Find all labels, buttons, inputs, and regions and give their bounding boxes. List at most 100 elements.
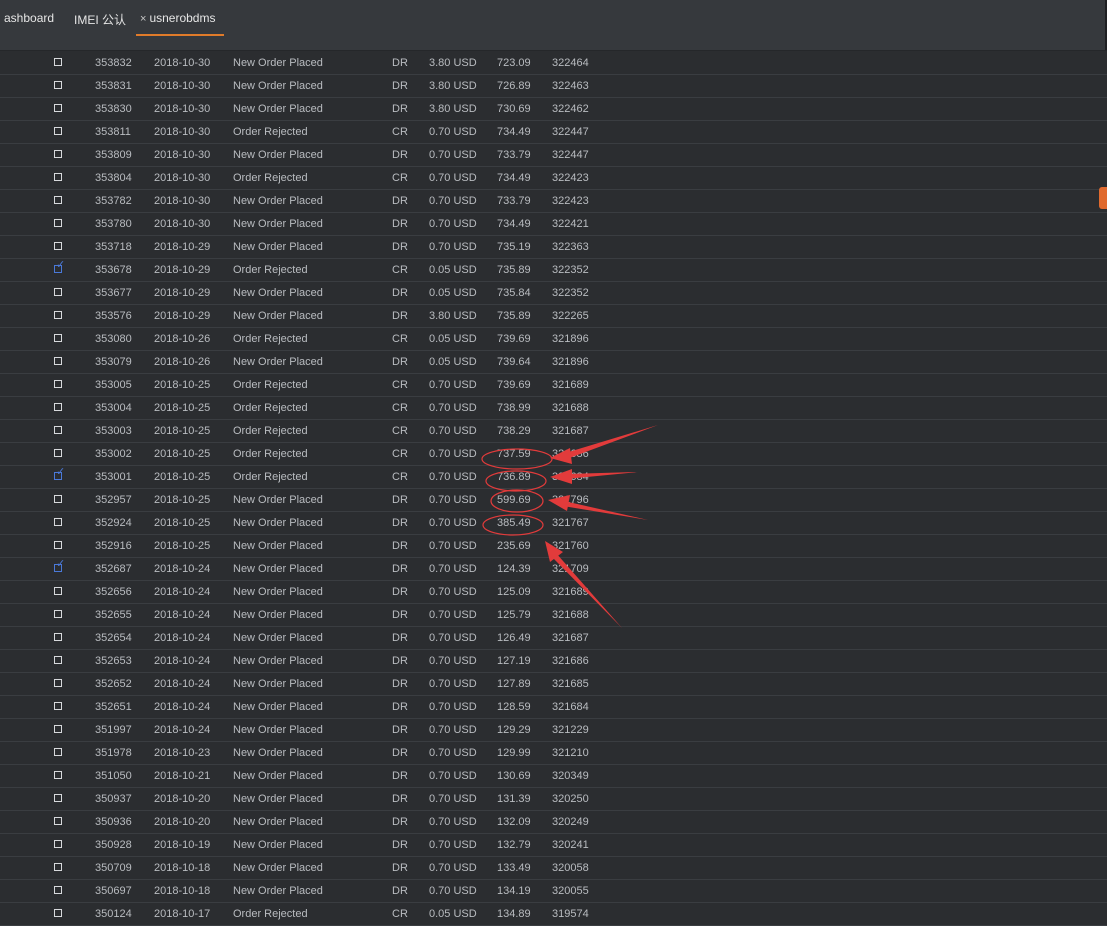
table-row[interactable]: 353804 2018-10-30 Order Rejected CR 0.70 USD…	[0, 167, 1107, 190]
row-checkbox[interactable]	[53, 241, 63, 251]
table-row[interactable]: 352656 2018-10-24 New Order Placed DR 0.70 U…	[0, 581, 1107, 604]
row-checkbox[interactable]	[53, 540, 63, 550]
row-checkbox[interactable]	[53, 149, 63, 159]
table-row[interactable]: 350697 2018-10-18 New Order Placed DR 0.70 U…	[0, 880, 1107, 903]
table-row[interactable]: 353782 2018-10-30 New Order Placed DR 0.70 U…	[0, 190, 1107, 213]
row-checkbox[interactable]	[53, 724, 63, 734]
row-checkbox[interactable]	[53, 793, 63, 803]
row-checkbox[interactable]	[53, 333, 63, 343]
tab-imei[interactable]: IMEI 公认	[74, 11, 126, 28]
table-row[interactable]: 352916 2018-10-25 New Order Placed DR 0.70 U…	[0, 535, 1107, 558]
row-checkbox[interactable]	[53, 379, 63, 389]
row-checkbox[interactable]	[53, 701, 63, 711]
row-checkbox[interactable]	[53, 425, 63, 435]
checkbox-box	[54, 725, 62, 733]
table-row[interactable]: 352924 2018-10-25 New Order Placed DR 0.70 U…	[0, 512, 1107, 535]
cell-description: New Order Placed	[233, 149, 323, 161]
cell-description: New Order Placed	[233, 678, 323, 690]
table-row[interactable]: 350928 2018-10-19 New Order Placed DR 0.70 U…	[0, 834, 1107, 857]
row-checkbox[interactable]	[53, 80, 63, 90]
cell-id: 352687	[95, 563, 132, 575]
table-row[interactable]: 350937 2018-10-20 New Order Placed DR 0.70 U…	[0, 788, 1107, 811]
table-row[interactable]: 353832 2018-10-30 New Order Placed DR 3.80 U…	[0, 52, 1107, 75]
row-checkbox-checked[interactable]: ✓	[53, 467, 65, 481]
table-row[interactable]: 353780 2018-10-30 New Order Placed DR 0.70 U…	[0, 213, 1107, 236]
row-checkbox[interactable]	[53, 356, 63, 366]
row-checkbox[interactable]	[53, 770, 63, 780]
cell-description: Order Rejected	[233, 425, 308, 437]
table-row[interactable]: 351978 2018-10-23 New Order Placed DR 0.70 U…	[0, 742, 1107, 765]
table-row[interactable]: 353831 2018-10-30 New Order Placed DR 3.80 U…	[0, 75, 1107, 98]
checkbox-box	[54, 679, 62, 687]
row-checkbox[interactable]	[53, 218, 63, 228]
table-row[interactable]: 353079 2018-10-26 New Order Placed DR 0.05 U…	[0, 351, 1107, 374]
tab-usnerobdms[interactable]: × usnerobdms	[140, 11, 215, 25]
cell-id: 353005	[95, 379, 132, 391]
side-widget-icon[interactable]	[1099, 187, 1107, 209]
table-row[interactable]: 353576 2018-10-29 New Order Placed DR 3.80 U…	[0, 305, 1107, 328]
cell-date: 2018-10-19	[154, 839, 211, 851]
row-checkbox[interactable]	[53, 655, 63, 665]
checkbox-box	[54, 610, 62, 618]
cell-id: 353804	[95, 172, 132, 184]
cell-balance: 733.79	[497, 195, 531, 207]
cell-id: 353079	[95, 356, 132, 368]
table-row[interactable]: 353677 2018-10-29 New Order Placed DR 0.05 U…	[0, 282, 1107, 305]
table-row[interactable]: 353811 2018-10-30 Order Rejected CR 0.70 USD…	[0, 121, 1107, 144]
row-checkbox[interactable]	[53, 195, 63, 205]
cell-type: CR	[392, 333, 408, 345]
cell-reference: 322363	[552, 241, 589, 253]
table-row[interactable]: 352652 2018-10-24 New Order Placed DR 0.70 U…	[0, 673, 1107, 696]
table-row[interactable]: 352654 2018-10-24 New Order Placed DR 0.70 U…	[0, 627, 1107, 650]
table-row[interactable]: 353080 2018-10-26 Order Rejected CR 0.05 USD…	[0, 328, 1107, 351]
table-row[interactable]: 353830 2018-10-30 New Order Placed DR 3.80 U…	[0, 98, 1107, 121]
close-icon[interactable]: ×	[140, 13, 146, 25]
row-checkbox[interactable]	[53, 172, 63, 182]
row-checkbox[interactable]	[53, 126, 63, 136]
row-checkbox[interactable]	[53, 103, 63, 113]
row-checkbox[interactable]	[53, 310, 63, 320]
row-checkbox[interactable]	[53, 448, 63, 458]
cell-description: New Order Placed	[233, 655, 323, 667]
table-row[interactable]: 352655 2018-10-24 New Order Placed DR 0.70 U…	[0, 604, 1107, 627]
cell-type: CR	[392, 379, 408, 391]
row-checkbox[interactable]	[53, 816, 63, 826]
table-row[interactable]: ✓ 352687 2018-10-24 New Order Placed DR 0.70 …	[0, 558, 1107, 581]
row-checkbox[interactable]	[53, 287, 63, 297]
table-row[interactable]: 350124 2018-10-17 Order Rejected CR 0.05 USD…	[0, 903, 1107, 926]
row-checkbox[interactable]	[53, 678, 63, 688]
row-checkbox[interactable]	[53, 862, 63, 872]
cell-description: New Order Placed	[233, 770, 323, 782]
table-row[interactable]: 353004 2018-10-25 Order Rejected CR 0.70 USD…	[0, 397, 1107, 420]
table-row[interactable]: ✓ 353001 2018-10-25 Order Rejected CR 0.70 US…	[0, 466, 1107, 489]
row-checkbox-checked[interactable]: ✓	[53, 260, 65, 274]
cell-id: 352656	[95, 586, 132, 598]
cell-reference: 322463	[552, 80, 589, 92]
table-row[interactable]: 352651 2018-10-24 New Order Placed DR 0.70 U…	[0, 696, 1107, 719]
table-row[interactable]: ✓ 353678 2018-10-29 Order Rejected CR 0.05 US…	[0, 259, 1107, 282]
table-row[interactable]: 353002 2018-10-25 Order Rejected CR 0.70 USD…	[0, 443, 1107, 466]
row-checkbox[interactable]	[53, 747, 63, 757]
row-checkbox[interactable]	[53, 494, 63, 504]
row-checkbox[interactable]	[53, 908, 63, 918]
row-checkbox[interactable]	[53, 57, 63, 67]
row-checkbox[interactable]	[53, 839, 63, 849]
row-checkbox[interactable]	[53, 632, 63, 642]
row-checkbox-checked[interactable]: ✓	[53, 559, 65, 573]
cell-amount: 0.70 USD	[429, 701, 477, 713]
tab-dashboard[interactable]: ashboard	[4, 11, 54, 25]
table-row[interactable]: 353718 2018-10-29 New Order Placed DR 0.70 U…	[0, 236, 1107, 259]
row-checkbox[interactable]	[53, 517, 63, 527]
table-row[interactable]: 353003 2018-10-25 Order Rejected CR 0.70 USD…	[0, 420, 1107, 443]
row-checkbox[interactable]	[53, 402, 63, 412]
table-row[interactable]: 352653 2018-10-24 New Order Placed DR 0.70 U…	[0, 650, 1107, 673]
table-row[interactable]: 351050 2018-10-21 New Order Placed DR 0.70 U…	[0, 765, 1107, 788]
table-row[interactable]: 350709 2018-10-18 New Order Placed DR 0.70 U…	[0, 857, 1107, 880]
table-row[interactable]: 353809 2018-10-30 New Order Placed DR 0.70 U…	[0, 144, 1107, 167]
row-checkbox[interactable]	[53, 586, 63, 596]
row-checkbox[interactable]	[53, 609, 63, 619]
table-row[interactable]: 352957 2018-10-25 New Order Placed DR 0.70 U…	[0, 489, 1107, 512]
table-row[interactable]: 350936 2018-10-20 New Order Placed DR 0.70 U…	[0, 811, 1107, 834]
table-row[interactable]: 351997 2018-10-24 New Order Placed DR 0.70 U…	[0, 719, 1107, 742]
table-row[interactable]: 353005 2018-10-25 Order Rejected CR 0.70 USD…	[0, 374, 1107, 397]
